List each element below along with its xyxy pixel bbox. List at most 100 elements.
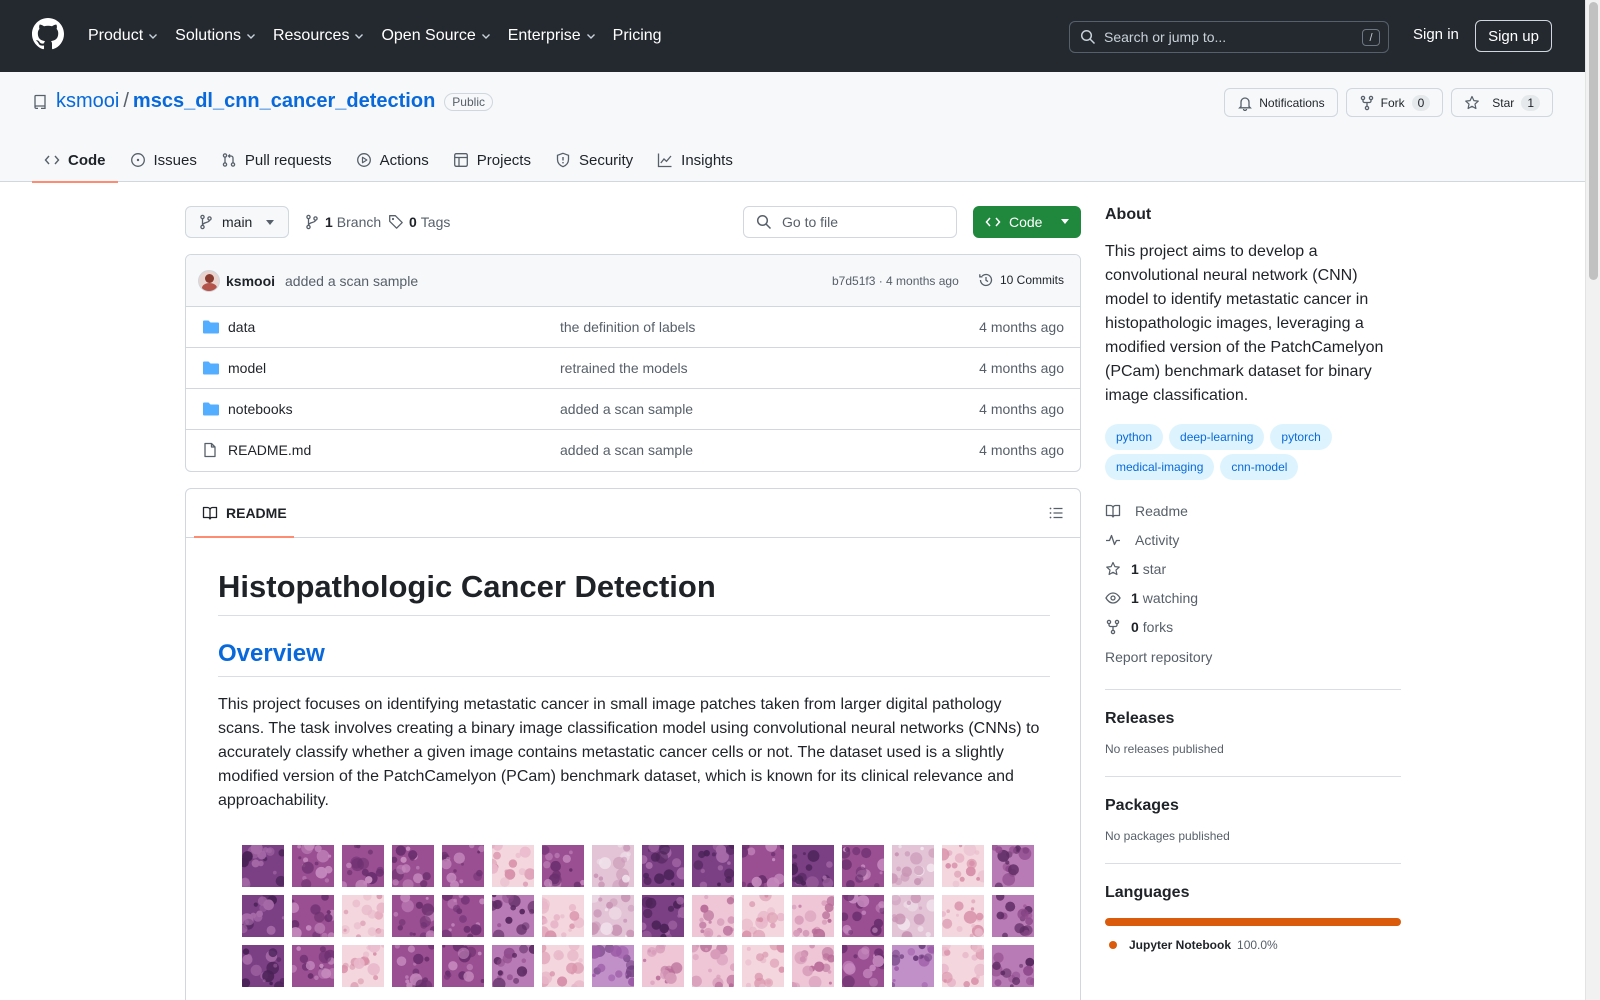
star-icon [1464,95,1480,111]
branch-select-button[interactable]: main [185,206,289,238]
repo-name-link[interactable]: mscs_dl_cnn_cancer_detection [133,90,435,113]
tab-actions[interactable]: Actions [344,138,441,182]
language-item[interactable]: Jupyter Notebook 100.0% [1105,938,1401,952]
chevron-down-icon [353,30,365,42]
nav-product[interactable]: Product [88,27,159,45]
forks-link[interactable]: 0 forks [1105,612,1401,641]
nav-pricing[interactable]: Pricing [613,27,662,45]
tissue-patch [642,945,684,987]
sign-in-link[interactable]: Sign in [1413,26,1459,43]
tab-pull-requests[interactable]: Pull requests [209,138,344,182]
commit-hash-time[interactable]: b7d51f3 · 4 months ago [832,274,959,288]
topic-tag[interactable]: deep-learning [1169,424,1265,450]
watchers-link[interactable]: 1 watching [1105,583,1401,612]
tab-insights[interactable]: Insights [645,138,745,182]
book-icon [202,505,218,521]
topic-tag[interactable]: pytorch [1270,424,1332,450]
topic-tag[interactable]: medical-imaging [1105,454,1215,480]
repo-owner-link[interactable]: ksmooi [56,90,119,113]
stars-link[interactable]: 1 star [1105,554,1401,583]
folder-icon [202,401,220,417]
repo-sidebar: About This project aims to develop a con… [1105,206,1401,952]
caret-down-icon [1061,219,1069,225]
chevron-down-icon [245,30,257,42]
tag-icon [388,214,404,230]
file-name-link[interactable]: README.md [228,442,311,458]
history-icon [978,272,994,288]
code-dropdown-button[interactable]: Code [973,206,1081,238]
tissue-patch [542,945,584,987]
sign-up-button[interactable]: Sign up [1475,20,1552,52]
tab-code[interactable]: Code [32,138,118,183]
file-name-link[interactable]: data [228,319,255,335]
nav-open-source[interactable]: Open Source [381,27,491,45]
commit-author-link[interactable]: ksmooi [226,273,275,289]
tissue-patch [392,895,434,937]
shield-icon [555,152,571,168]
tags-link[interactable]: 0 Tags [388,214,450,230]
git-branch-icon [304,214,320,230]
tissue-patch [942,895,984,937]
packages-heading[interactable]: Packages [1105,797,1401,815]
topic-tag[interactable]: python [1105,424,1164,450]
report-repository-link[interactable]: Report repository [1105,649,1401,669]
global-search-input[interactable]: Search or jump to... / [1069,21,1389,53]
topic-tag[interactable]: cnn-model [1220,454,1299,480]
star-count: 1 [1521,94,1540,111]
branches-link[interactable]: 1 Branch [304,214,381,230]
tab-projects[interactable]: Projects [441,138,543,182]
notifications-button[interactable]: Notifications [1224,88,1338,117]
releases-heading[interactable]: Releases [1105,710,1401,728]
bell-icon [1237,95,1253,111]
file-commit-message[interactable]: added a scan sample [560,401,693,417]
avatar[interactable] [198,269,220,292]
readme-tab[interactable]: README [194,489,294,538]
page-scrollbar[interactable] [1585,0,1600,1000]
file-commit-date: 4 months ago [979,319,1064,335]
nav-resources[interactable]: Resources [273,27,365,45]
file-commit-message[interactable]: added a scan sample [560,442,693,458]
scrollbar-thumb[interactable] [1589,2,1598,280]
play-icon [356,152,372,168]
languages-heading: Languages [1105,884,1190,901]
tissue-patch [492,845,534,887]
slash-shortcut-hint: / [1362,29,1380,46]
file-name-link[interactable]: notebooks [228,401,293,417]
pulse-icon [1105,532,1121,548]
tissue-patch [792,945,834,987]
commit-message-link[interactable]: added a scan sample [285,273,418,289]
tab-security[interactable]: Security [543,138,645,182]
folder-icon [202,319,220,335]
file-commit-message[interactable]: retrained the models [560,360,688,376]
repo-title: ksmooi / mscs_dl_cnn_cancer_detection Pu… [32,90,493,113]
star-button[interactable]: Star 1 [1451,88,1553,117]
tissue-patch [242,895,284,937]
file-name-link[interactable]: model [228,360,266,376]
nav-enterprise[interactable]: Enterprise [508,27,597,45]
pull-request-icon [221,152,237,168]
file-commit-message[interactable]: the definition of labels [560,319,695,335]
tab-issues[interactable]: Issues [118,138,209,182]
readme-link[interactable]: Readme [1105,496,1401,525]
tissue-patch [842,845,884,887]
chevron-down-icon [147,30,159,42]
tissue-patch [592,945,634,987]
github-logo-icon[interactable] [32,18,64,50]
readme-paragraph: This project focuses on identifying meta… [218,696,1040,809]
list-unordered-icon[interactable] [1048,505,1064,521]
tissue-patch [492,895,534,937]
nav-solutions[interactable]: Solutions [175,27,257,45]
go-to-file-input[interactable]: Go to file [743,206,957,238]
fork-count: 0 [1411,94,1431,111]
activity-link[interactable]: Activity [1105,525,1401,554]
search-placeholder: Search or jump to... [1104,29,1227,45]
fork-button[interactable]: Fork 0 [1345,88,1444,117]
tissue-patch [292,945,334,987]
readme-heading-overview[interactable]: Overview [218,640,1050,677]
commits-history-link[interactable]: 10 Commits [978,272,1064,288]
table-icon [453,152,469,168]
tissue-patch [842,895,884,937]
packages-empty-text: No packages published [1105,829,1230,843]
tissue-patch [642,895,684,937]
tissue-patch [592,895,634,937]
